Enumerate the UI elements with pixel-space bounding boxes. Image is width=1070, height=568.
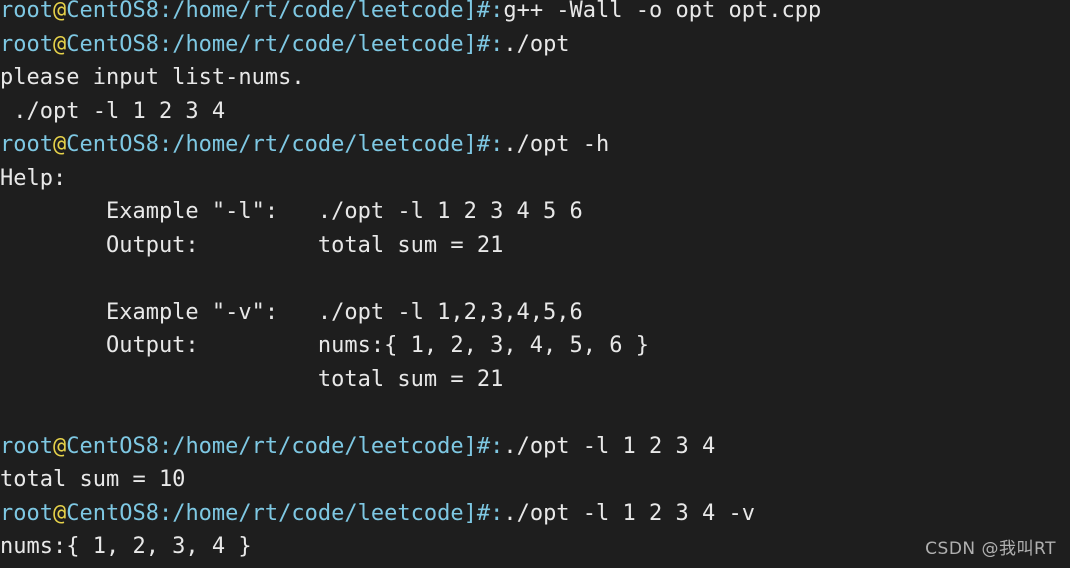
terminal-command-text: ./opt -h — [503, 132, 610, 157]
prompt-at-symbol: @ — [52, 0, 67, 23]
prompt-user: root — [0, 500, 53, 526]
prompt-user: root — [0, 433, 53, 459]
terminal-output-line: Help: — [0, 162, 1070, 196]
terminal-prompt-line: root@CentOS8:/home/rt/code/leetcode]#:./… — [0, 128, 1070, 162]
terminal-command-text: g++ -Wall -o opt opt.cpp — [503, 0, 822, 23]
terminal-output-text: Output: total sum = 21 — [0, 232, 504, 258]
terminal-window[interactable]: root@CentOS8:/home/rt/code/leetcode]#:g+… — [0, 0, 1070, 568]
terminal-output-line: Example "-v": ./opt -l 1,2,3,4,5,6 — [0, 296, 1070, 330]
terminal-prompt-line: root@CentOS8:/home/rt/code/leetcode]#:./… — [0, 497, 1070, 531]
terminal-command-text: ./opt — [503, 31, 570, 57]
terminal-output-line: Example "-l": ./opt -l 1 2 3 4 5 6 — [0, 195, 1070, 229]
terminal-output-text: Output: nums:{ 1, 2, 3, 4, 5, 6 } — [0, 333, 650, 358]
terminal-output-text: please input list-nums. — [0, 65, 305, 90]
prompt-at-symbol: @ — [52, 500, 67, 526]
terminal-prompt-line: root@CentOS8:/home/rt/code/leetcode]#:g+… — [0, 0, 1070, 28]
terminal-output-line: total sum = 10 — [0, 463, 1070, 497]
terminal-screen[interactable]: root@CentOS8:/home/rt/code/leetcode]#:g+… — [0, 0, 1070, 568]
terminal-output-text: nums:{ 1, 2, 3, 4 } — [0, 534, 252, 559]
terminal-output-line: total sum = 10 — [0, 564, 1070, 568]
prompt-host-path: CentOS8:/home/rt/code/leetcode]#: — [66, 433, 504, 459]
terminal-output-line: please input list-nums. — [0, 61, 1070, 95]
prompt-at-symbol: @ — [52, 132, 67, 157]
terminal-prompt-line: root@CentOS8:/home/rt/code/leetcode]#:./… — [0, 430, 1070, 464]
terminal-output-text: total sum = 21 — [0, 366, 504, 392]
terminal-output-line: nums:{ 1, 2, 3, 4 } — [0, 530, 1070, 564]
terminal-command-text: ./opt -l 1 2 3 4 — [503, 433, 716, 459]
prompt-user: root — [0, 132, 53, 157]
terminal-output-text: Help: — [0, 165, 67, 191]
prompt-host-path: CentOS8:/home/rt/code/leetcode]#: — [66, 500, 504, 526]
prompt-at-symbol: @ — [52, 433, 67, 459]
terminal-output-line: total sum = 21 — [0, 363, 1070, 397]
terminal-output-line: Output: nums:{ 1, 2, 3, 4, 5, 6 } — [0, 329, 1070, 363]
prompt-at-symbol: @ — [52, 31, 67, 57]
terminal-output-text: total sum = 10 — [0, 467, 186, 492]
prompt-user: root — [0, 31, 53, 57]
prompt-host-path: CentOS8:/home/rt/code/leetcode]#: — [66, 132, 504, 157]
prompt-host-path: CentOS8:/home/rt/code/leetcode]#: — [66, 31, 504, 57]
terminal-command-text: ./opt -l 1 2 3 4 -v — [503, 500, 755, 526]
prompt-host-path: CentOS8:/home/rt/code/leetcode]#: — [66, 0, 504, 23]
terminal-output-text: ./opt -l 1 2 3 4 — [0, 98, 226, 124]
prompt-user: root — [0, 0, 53, 23]
csdn-watermark: CSDN @我叫RT — [925, 539, 1056, 559]
terminal-output-text: Example "-v": ./opt -l 1,2,3,4,5,6 — [0, 299, 583, 325]
terminal-output-line: Output: total sum = 21 — [0, 229, 1070, 263]
terminal-output-line: ./opt -l 1 2 3 4 — [0, 95, 1070, 129]
terminal-output-text: Example "-l": ./opt -l 1 2 3 4 5 6 — [0, 199, 583, 224]
terminal-prompt-line: root@CentOS8:/home/rt/code/leetcode]#:./… — [0, 28, 1070, 62]
